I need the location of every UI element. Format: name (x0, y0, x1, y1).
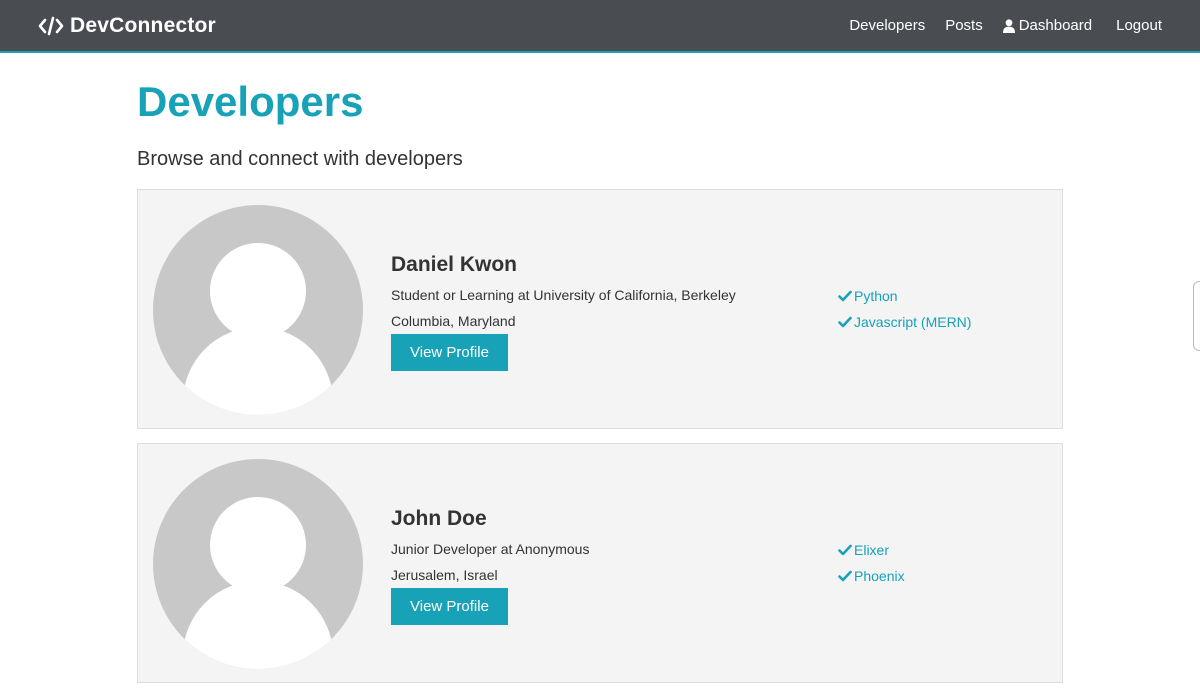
avatar (153, 205, 363, 415)
profile-location: Columbia, Maryland (391, 313, 516, 329)
profile-info: Daniel Kwon Student or Learning at Unive… (391, 252, 736, 371)
profile-status: Student or Learning at University of Cal… (391, 287, 736, 303)
check-icon (838, 570, 852, 582)
profile-status: Junior Developer at Anonymous (391, 541, 590, 557)
main-content: Developers Browse and connect with devel… (137, 53, 1063, 697)
nav-dashboard-label: Dashboard (1018, 17, 1093, 34)
nav-dashboard-link[interactable]: Dashboard (1002, 17, 1093, 34)
view-profile-button[interactable]: View Profile (391, 334, 508, 371)
profile-location: Jerusalem, Israel (391, 567, 498, 583)
avatar-body-shape (183, 327, 333, 415)
skill-item: Phoenix (838, 567, 905, 585)
brand-link[interactable]: DevConnector (38, 14, 216, 38)
check-icon (838, 290, 852, 302)
avatar-head-shape (210, 243, 306, 339)
nav-logout-link[interactable]: Logout (1116, 17, 1162, 34)
skill-label: Python (854, 288, 898, 304)
nav-developers-link[interactable]: Developers (849, 17, 925, 34)
check-icon (838, 544, 852, 556)
profile-name: John Doe (391, 507, 487, 530)
avatar-head-shape (210, 497, 306, 593)
skills-list: Elixer Phoenix (838, 541, 905, 593)
skill-item: Elixer (838, 541, 905, 559)
page-subtitle: Browse and connect with developers (137, 148, 463, 170)
check-icon (838, 316, 852, 328)
skills-list: Python Javascript (MERN) (838, 287, 971, 339)
brand-name: DevConnector (70, 13, 216, 37)
navbar: DevConnector Developers Posts Dashboard … (0, 0, 1200, 53)
view-profile-button[interactable]: View Profile (391, 588, 508, 625)
skill-label: Phoenix (854, 568, 905, 584)
code-icon (38, 16, 64, 36)
skill-item: Python (838, 287, 971, 305)
side-scroll-tab[interactable] (1193, 281, 1200, 351)
skill-label: Javascript (MERN) (854, 314, 972, 330)
nav-links: Developers Posts Dashboard Logout (849, 17, 1162, 34)
avatar-body-shape (183, 581, 333, 669)
profile-card: Daniel Kwon Student or Learning at Unive… (137, 189, 1063, 429)
user-icon (1002, 18, 1015, 33)
profile-info: John Doe Junior Developer at Anonymous J… (391, 506, 589, 625)
profiles-list: Daniel Kwon Student or Learning at Unive… (137, 189, 1063, 683)
page-title: Developers (137, 78, 364, 125)
profile-card: John Doe Junior Developer at Anonymous J… (137, 443, 1063, 683)
skill-item: Javascript (MERN) (838, 313, 971, 331)
profile-name: Daniel Kwon (391, 253, 518, 276)
skill-label: Elixer (854, 542, 890, 558)
avatar (153, 459, 363, 669)
nav-posts-link[interactable]: Posts (945, 17, 983, 34)
